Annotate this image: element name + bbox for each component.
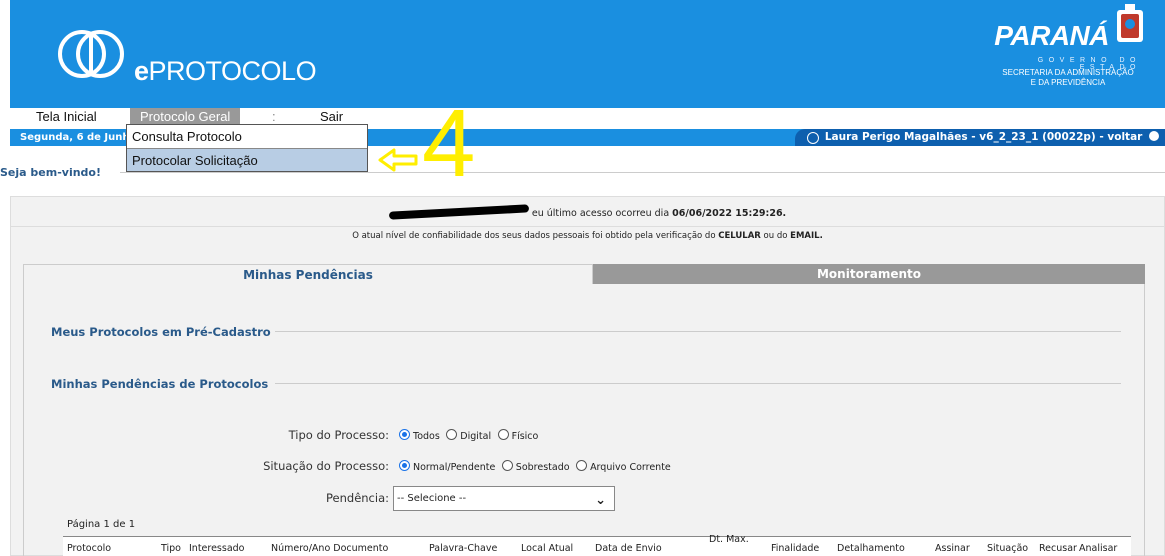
user-name: Laura Perigo Magalhães - v6_2_23_1 (0002… <box>824 131 1143 143</box>
state-crest-icon <box>1117 4 1143 42</box>
parana-government-logo: PARANÁ GOVERNO DO ESTADO SECRETARIA DA A… <box>976 4 1151 96</box>
current-date: Segunda, 6 de Junho <box>20 132 137 143</box>
menu-protocolar-solicitacao[interactable]: Protocolar Solicitação <box>127 148 367 171</box>
col-numero-ano-documento[interactable]: Número/Ano Documento <box>271 543 388 554</box>
col-tipo[interactable]: Tipo <box>161 543 181 554</box>
main-menu: Tela Inicial Protocolo Geral : Sair <box>10 108 1165 125</box>
pagination-info: Página 1 de 1 <box>67 519 136 530</box>
last-access-info: eu último acesso ocorreu dia 06/06/2022 … <box>11 204 1164 220</box>
col-assinar[interactable]: Assinar <box>935 543 970 554</box>
table-header: Protocolo Tipo Interessado Número/Ano Do… <box>63 534 1131 556</box>
col-palavra-chave[interactable]: Palavra-Chave <box>429 543 497 554</box>
radio-digital[interactable] <box>446 429 458 440</box>
tab-monitoramento[interactable]: Monitoramento <box>593 264 1145 284</box>
section-divider <box>275 383 1121 384</box>
menu-consulta-protocolo[interactable]: Consulta Protocolo <box>127 125 367 148</box>
redacted-name <box>388 204 529 220</box>
radio-normal-pendente[interactable] <box>399 460 410 471</box>
radio-todos[interactable] <box>399 429 410 440</box>
radio-arquivo-corrente[interactable] <box>576 460 588 471</box>
welcome-text: Seja bem-vindo! <box>0 166 101 179</box>
annotation-step-number: 4 <box>422 90 476 197</box>
section-divider <box>275 331 1121 332</box>
col-local-atual[interactable]: Local Atual <box>521 543 573 554</box>
last-access-datetime: 06/06/2022 15:29:26. <box>672 208 787 219</box>
section-pre-cadastro: Meus Protocolos em Pré-Cadastro <box>51 325 271 339</box>
radio-sobrestado[interactable] <box>501 460 513 471</box>
secretariat-name: SECRETARIA DA ADMINISTRAÇÃO E DA PREVIDÊ… <box>1002 68 1134 87</box>
section-pendencias: Minhas Pendências de Protocolos <box>51 377 269 391</box>
col-recusar[interactable]: Recusar <box>1039 543 1077 554</box>
col-data-de-envio[interactable]: Data de Envio <box>595 543 662 554</box>
menu-sair[interactable]: Sair <box>320 108 343 125</box>
app-header: ePROTOCOLO PARANÁ GOVERNO DO ESTADO SECR… <box>10 0 1165 108</box>
divider <box>11 226 1164 227</box>
menu-protocolo-geral[interactable]: Protocolo Geral <box>130 108 241 125</box>
user-icon <box>806 132 819 144</box>
menu-separator: : <box>272 109 276 124</box>
menu-tela-inicial[interactable]: Tela Inicial <box>36 108 97 125</box>
reliability-info: O atual nível de confiabilidade dos seus… <box>352 231 823 241</box>
annotation-arrow-icon <box>378 148 418 172</box>
col-dt-max[interactable]: Dt. Max. <box>709 534 749 545</box>
content-panel: eu último acesso ocorreu dia 06/06/2022 … <box>10 196 1165 556</box>
col-protocolo[interactable]: Protocolo <box>67 543 111 554</box>
eprotocolo-logo-icon <box>58 30 124 78</box>
radio-fisico[interactable] <box>497 429 509 440</box>
chevron-down-icon: ⌄ <box>595 493 606 508</box>
tipo-processo-radios: Todos Digital Físico <box>399 429 541 442</box>
tab-minhas-pendencias[interactable]: Minhas Pendências <box>23 264 593 284</box>
pendencia-label: Pendência: <box>326 491 389 505</box>
pendencia-select[interactable]: -- Selecione -- ⌄ <box>393 486 615 511</box>
protocolo-geral-dropdown: Consulta Protocolo Protocolar Solicitaçã… <box>126 124 368 172</box>
welcome-divider <box>120 172 1165 173</box>
col-interessado[interactable]: Interessado <box>189 543 245 554</box>
state-name: PARANÁ <box>994 20 1109 51</box>
situacao-processo-label: Situação do Processo: <box>263 459 389 473</box>
col-situacao[interactable]: Situação <box>987 543 1028 554</box>
col-finalidade[interactable]: Finalidade <box>771 543 819 554</box>
col-analisar[interactable]: Analisar <box>1079 543 1117 554</box>
brand-title: ePROTOCOLO <box>134 56 317 86</box>
back-arrow-icon[interactable] <box>1149 131 1159 141</box>
situacao-processo-radios: Normal/Pendente Sobrestado Arquivo Corre… <box>399 460 674 473</box>
tipo-processo-label: Tipo do Processo: <box>288 428 389 442</box>
tab-bar: Minhas Pendências Monitoramento <box>23 264 1145 284</box>
col-detalhamento[interactable]: Detalhamento <box>837 543 905 554</box>
user-info[interactable]: Laura Perigo Magalhães - v6_2_23_1 (0002… <box>794 129 1165 146</box>
